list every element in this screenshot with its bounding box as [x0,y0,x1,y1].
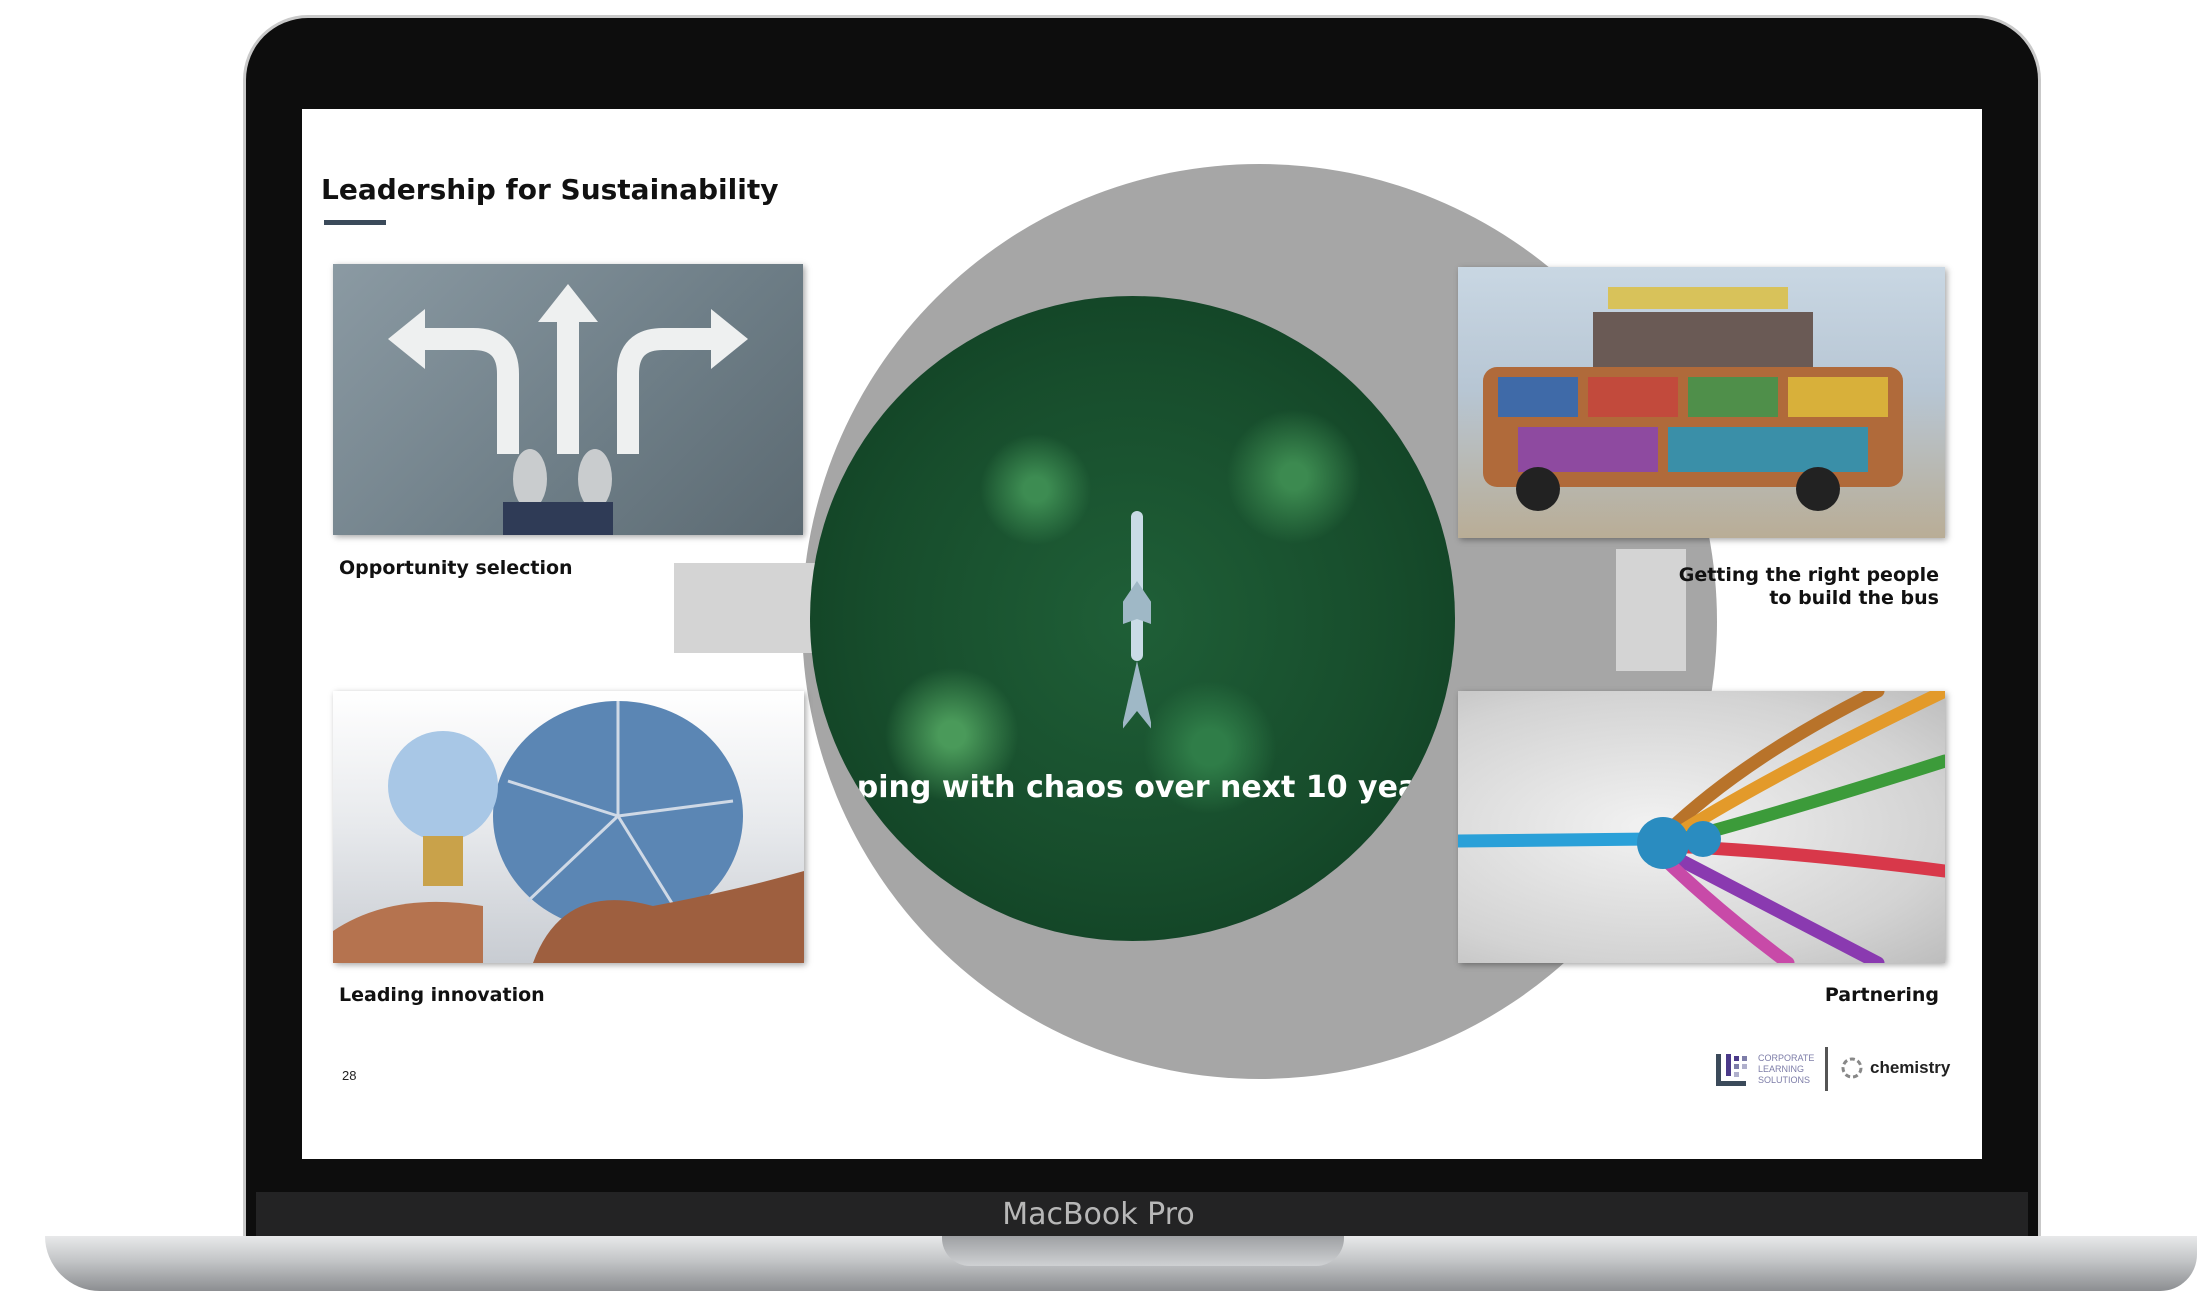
partnering-caption: Partnering [1824,984,1939,1006]
leading-innovation-photo [333,691,804,963]
slide-screen: Leadership for Sustainability Opportunit… [302,109,1982,1159]
opportunity-selection-photo [333,264,803,535]
road-arrows-illustration [388,284,748,535]
art-bus-photo [1458,267,1945,538]
chemistry-logo-text: chemistry [1870,1058,1951,1077]
slide-title: Leadership for Sustainability [321,173,779,206]
forest-circle-photo: Coping with chaos over next 10 years [810,296,1455,941]
ropes-illustration [1458,691,1945,963]
device-brand-label: MacBook Pro [1002,1197,1195,1232]
opportunity-selection-caption: Opportunity selection [339,557,573,579]
bus-illustration [1483,287,1903,511]
laptop-notch [942,1236,1344,1266]
logo-separator [1825,1047,1828,1091]
airplane-illustration [1123,511,1151,729]
corporate-learning-solutions-text: CORPORATE LEARNING SOLUTIONS [1758,1053,1815,1085]
right-people-caption: Getting the right people to build the bu… [1678,564,1939,609]
leading-innovation-caption: Leading innovation [339,984,545,1006]
page-number: 28 [342,1068,357,1083]
innovation-illustration [333,701,804,963]
chemistry-logo-icon [1841,1057,1863,1079]
partnering-photo [1458,691,1945,963]
title-underline [324,220,386,225]
left-connector-bar [674,563,819,653]
center-caption: Coping with chaos over next 10 years [814,770,1451,805]
